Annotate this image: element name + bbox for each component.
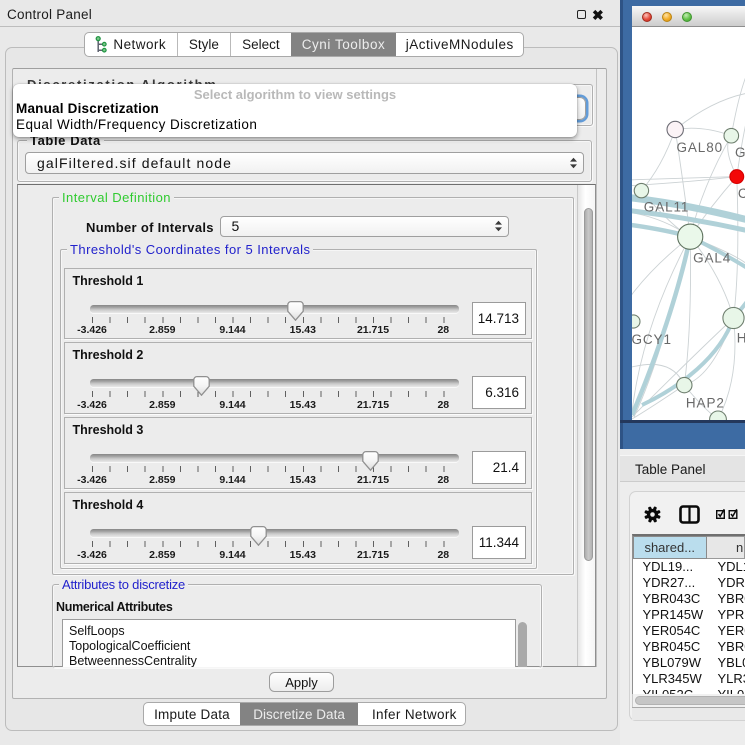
svg-text:C: C <box>738 186 745 201</box>
svg-text:GAL4: GAL4 <box>693 251 731 266</box>
svg-text:GAL11: GAL11 <box>644 200 690 215</box>
svg-text:GA: GA <box>735 145 745 160</box>
svg-text:HAP2: HAP2 <box>686 396 725 411</box>
svg-text:GCY1: GCY1 <box>632 332 672 347</box>
svg-text:H: H <box>737 331 745 346</box>
svg-text:GAL80: GAL80 <box>677 140 724 155</box>
